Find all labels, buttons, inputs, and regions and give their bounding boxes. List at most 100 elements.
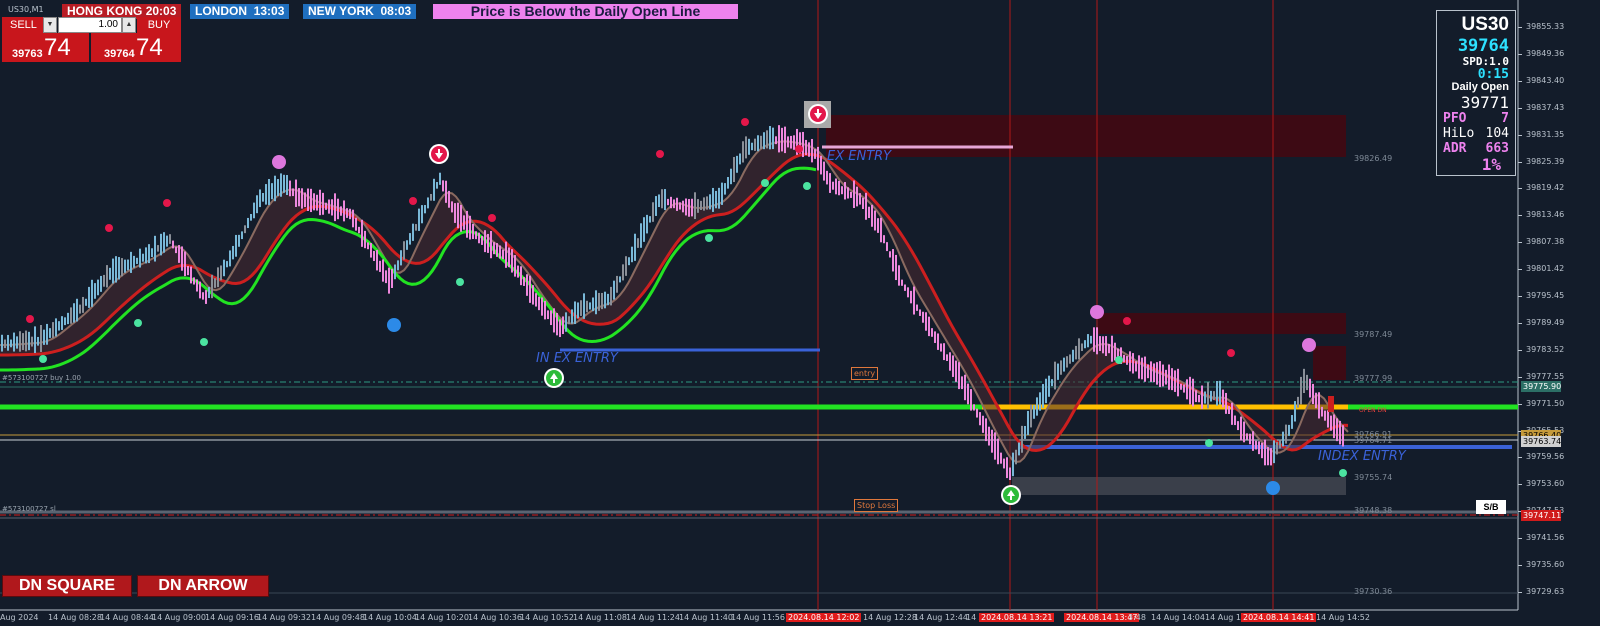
price-tick-mark <box>1518 484 1522 486</box>
time-tick-label: 14 Aug 12:44 <box>914 613 968 622</box>
info-daily-open-value: 39771 <box>1460 93 1509 112</box>
signal-dot <box>272 155 286 169</box>
sell-price-big: 74 <box>44 34 71 61</box>
info-percent: 1% <box>1481 155 1501 174</box>
time-tick-label: 2024.08.14 14:41 <box>1241 613 1317 622</box>
time-tick-label: 14 Aug 11:08 <box>573 613 627 622</box>
dn-arrow-button[interactable]: DN ARROW <box>137 575 269 597</box>
info-timer: 0:15 <box>1477 67 1509 82</box>
price-tick-label: 39753.60 <box>1526 479 1565 489</box>
clock-time: 20:03 <box>145 4 177 18</box>
price-tick-label: 39825.39 <box>1526 156 1565 166</box>
lot-increase-arrow-icon[interactable]: ▲ <box>122 17 136 33</box>
sell-price-button[interactable]: 39763 74 <box>2 33 89 62</box>
time-tick-label: 3:48 <box>1128 613 1146 622</box>
supply-zone <box>1313 346 1346 380</box>
clock-time: 08:03 <box>380 4 412 18</box>
time-tick-label: 14 Aug 09:32 <box>257 613 311 622</box>
signal-dot <box>656 150 664 158</box>
dn-square-button[interactable]: DN SQUARE <box>2 575 132 597</box>
entry-tag[interactable]: entry <box>851 367 879 380</box>
info-adr-label: ADR <box>1443 141 1467 156</box>
info-adr-value: 663 <box>1485 141 1509 156</box>
signal-dot <box>741 118 749 126</box>
signal-dot <box>409 197 417 205</box>
fast-ma-line <box>0 140 1349 464</box>
clock-time: 13:03 <box>253 4 285 18</box>
signal-dot <box>1090 305 1104 319</box>
price-tag-current: 39763.74 <box>1521 436 1562 447</box>
ma-cloud <box>0 141 1348 462</box>
supply-zone <box>1098 313 1346 334</box>
status-banner: Price is Below the Daily Open Line <box>433 4 738 19</box>
time-tick-label: 14 Aug 09:16 <box>205 613 259 622</box>
buy-price-big: 74 <box>136 34 163 61</box>
level-label: 39826.49 <box>1354 154 1393 163</box>
time-axis[interactable]: Aug 2024 14 Aug 08:28 14 Aug 08:44 14 Aug 0… <box>0 610 1518 626</box>
signal-dot <box>1266 481 1280 495</box>
info-panel: US30 39764 SPD:1.0 0:15 Daily Open 39771… <box>1436 10 1516 176</box>
price-tick-label: 39849.36 <box>1526 48 1565 58</box>
time-tick-label: 14 Aug 09:48 <box>311 613 365 622</box>
price-axis[interactable]: 39855.33 39849.36 39843.40 39837.43 39831.35… <box>1518 0 1600 626</box>
price-tick-mark <box>1518 538 1522 540</box>
signal-dot <box>705 234 713 242</box>
supply-zone <box>826 115 1346 157</box>
price-tag: 39775.90 <box>1521 381 1562 392</box>
price-tick-label: 39741.56 <box>1526 533 1565 543</box>
price-tick-mark <box>1518 322 1522 324</box>
price-tick-label: 39783.52 <box>1526 344 1565 354</box>
clock-new-york: NEW YORK 08:03 <box>303 4 417 19</box>
level-label: 39755.74 <box>1354 473 1393 482</box>
clock-city: NEW YORK <box>308 4 374 18</box>
level-label: 39748.38 <box>1354 506 1393 515</box>
price-tick-label: 39831.35 <box>1526 129 1565 139</box>
stop-loss-tag[interactable]: Stop Loss <box>854 499 899 512</box>
index-entry-label-top: EX ENTRY <box>827 149 892 164</box>
price-tick-mark <box>1518 349 1522 351</box>
signal-dot <box>456 278 464 286</box>
current-candle <box>1328 396 1334 412</box>
order-buy-label: #573100727 buy 1.00 <box>2 374 82 382</box>
price-tick-label: 39729.63 <box>1526 586 1565 596</box>
sb-button[interactable]: S/B <box>1476 500 1506 514</box>
signal-dot <box>803 182 811 190</box>
index-entry-label: IN EX ENTRY <box>536 351 618 366</box>
signal-dot <box>134 319 142 327</box>
lot-dropdown-arrow-icon[interactable]: ▼ <box>43 17 57 33</box>
clock-city: LONDON <box>195 4 247 18</box>
order-sl-label: #573100727 sl <box>2 505 56 513</box>
price-tick-label: 39855.33 <box>1526 22 1565 31</box>
price-tick-mark <box>1518 376 1522 378</box>
signal-dot <box>1302 338 1316 352</box>
info-hilo-label: HiLo <box>1443 126 1475 141</box>
price-tick-mark <box>1518 403 1522 405</box>
price-tick-mark <box>1518 215 1522 217</box>
time-tick-label: 14 Aug 10:04 <box>363 613 417 622</box>
demand-zone <box>1012 477 1346 495</box>
time-tick-label: 2024.08.14 12:02 <box>786 613 862 622</box>
clock-london: LONDON 13:03 <box>190 4 290 19</box>
lot-size-input[interactable]: 1.00 <box>58 17 122 33</box>
time-tick-label: 14 Aug 10:52 <box>520 613 574 622</box>
chart-symbol-title: US30,M1 <box>8 5 44 14</box>
buy-price-button[interactable]: 39764 74 <box>91 33 181 62</box>
signal-dot <box>761 179 769 187</box>
price-tick-mark <box>1518 27 1522 28</box>
price-tick-label: 39843.40 <box>1526 75 1565 85</box>
level-label: 39764.71 <box>1354 436 1393 445</box>
time-tick-label: 14 Aug 11:40 <box>679 613 733 622</box>
buy-button-label[interactable]: BUY <box>137 17 181 33</box>
info-pfo-label: PFO <box>1443 111 1467 126</box>
info-daily-open-label: Daily Open <box>1451 81 1509 93</box>
level-label: 39787.49 <box>1354 330 1393 339</box>
price-chart[interactable] <box>0 0 1600 626</box>
price-tick-mark <box>1518 53 1522 55</box>
time-tick-label: Aug 2024 <box>0 613 39 622</box>
info-hilo-value: 104 <box>1485 126 1509 141</box>
price-tick-label: 39795.45 <box>1526 291 1565 300</box>
sell-price-prefix: 39763 <box>12 48 43 60</box>
price-tick-label: 39759.56 <box>1526 452 1565 462</box>
info-symbol: US30 <box>1461 14 1509 35</box>
time-tick-label: 14 Aug 11:24 <box>626 613 680 622</box>
